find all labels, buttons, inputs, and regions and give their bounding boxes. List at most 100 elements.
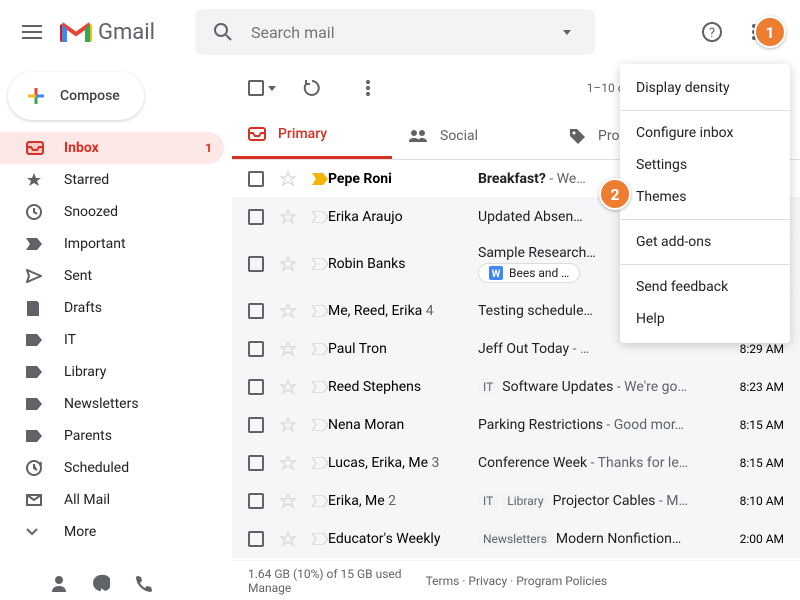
star-icon[interactable] — [280, 171, 296, 187]
email-row[interactable]: Reed StephensITSoftware Updates - We're … — [232, 368, 800, 406]
support-button[interactable]: ? — [692, 12, 732, 52]
compose-button[interactable]: Compose — [8, 72, 144, 120]
row-checkbox[interactable] — [248, 417, 264, 433]
row-checkbox[interactable] — [248, 209, 264, 225]
star-icon[interactable] — [280, 417, 296, 433]
email-row[interactable]: Nena MoranParking Restrictions - Good mo… — [232, 406, 800, 444]
sidebar-item-inbox[interactable]: Inbox1 — [0, 132, 224, 164]
star-icon[interactable] — [280, 303, 296, 319]
important-marker-icon[interactable] — [312, 419, 328, 431]
tag-icon — [568, 127, 586, 145]
row-checkbox[interactable] — [248, 171, 264, 187]
row-checkbox[interactable] — [248, 341, 264, 357]
storage-text: 1.64 GB (10%) of 15 GB used — [248, 567, 402, 581]
menu-display-density[interactable]: Display density — [620, 72, 790, 104]
hangouts-icon[interactable] — [92, 574, 110, 592]
search-options-button[interactable] — [547, 12, 587, 52]
important-marker-icon[interactable] — [312, 381, 328, 393]
important-marker-icon[interactable] — [312, 533, 328, 545]
sidebar-item-library[interactable]: Library — [0, 356, 224, 388]
menu-settings[interactable]: Settings — [620, 149, 790, 181]
star-icon[interactable] — [280, 209, 296, 225]
compose-label: Compose — [60, 88, 120, 104]
select-all[interactable] — [248, 80, 276, 96]
sidebar-item-drafts[interactable]: Drafts — [0, 292, 224, 324]
important-marker-icon[interactable] — [312, 305, 328, 317]
label-chip: IT — [478, 379, 498, 395]
email-sender: Robin Banks — [328, 256, 478, 272]
caret-down-icon — [563, 30, 571, 35]
row-checkbox[interactable] — [248, 303, 264, 319]
important-marker-icon[interactable] — [312, 457, 328, 469]
row-checkbox[interactable] — [248, 455, 264, 471]
sidebar-item-it[interactable]: IT — [0, 324, 224, 356]
email-sender: Reed Stephens — [328, 379, 478, 395]
email-time: 2:00 AM — [724, 532, 784, 546]
star-icon[interactable] — [280, 256, 296, 272]
help-icon: ? — [701, 21, 723, 43]
star-icon[interactable] — [280, 455, 296, 471]
refresh-button[interactable] — [292, 68, 332, 108]
sidebar-item-scheduled[interactable]: Scheduled — [0, 452, 224, 484]
important-marker-icon[interactable] — [312, 173, 328, 185]
nav-icon — [26, 430, 46, 442]
sidebar-item-snoozed[interactable]: Snoozed — [0, 196, 224, 228]
sidebar-item-parents[interactable]: Parents — [0, 420, 224, 452]
search-input[interactable] — [243, 23, 547, 42]
sidebar-item-newsletters[interactable]: Newsletters — [0, 388, 224, 420]
star-icon[interactable] — [280, 531, 296, 547]
tab-primary[interactable]: Primary — [232, 112, 392, 159]
star-icon[interactable] — [280, 341, 296, 357]
menu-themes[interactable]: Themes — [620, 181, 790, 213]
more-vert-icon — [366, 80, 370, 96]
sidebar-item-important[interactable]: Important — [0, 228, 224, 260]
attachment-chip[interactable]: WBees and … — [478, 263, 580, 283]
policy-links[interactable]: Terms · Privacy · Program Policies — [426, 574, 608, 588]
row-checkbox[interactable] — [248, 531, 264, 547]
word-doc-icon: W — [489, 266, 503, 280]
more-button[interactable] — [348, 68, 388, 108]
person-icon[interactable] — [50, 574, 68, 592]
important-marker-icon[interactable] — [312, 495, 328, 507]
nav-icon — [26, 300, 46, 316]
menu-help[interactable]: Help — [620, 303, 790, 335]
main-menu-button[interactable] — [8, 8, 56, 56]
important-marker-icon[interactable] — [312, 343, 328, 355]
gmail-text: Gmail — [98, 20, 155, 45]
important-marker-icon[interactable] — [312, 211, 328, 223]
row-checkbox[interactable] — [248, 379, 264, 395]
sidebar-item-starred[interactable]: Starred — [0, 164, 224, 196]
svg-text:?: ? — [709, 26, 715, 41]
search-button[interactable] — [203, 12, 243, 52]
tab-social[interactable]: Social — [392, 112, 552, 159]
menu-configure-inbox[interactable]: Configure inbox — [620, 117, 790, 149]
email-sender: Lucas, Erika, Me 3 — [328, 455, 478, 471]
menu-send-feedback[interactable]: Send feedback — [620, 271, 790, 303]
email-row[interactable]: Educator's WeeklyNewslettersModern Nonfi… — [232, 520, 800, 558]
nav-icon — [26, 172, 46, 188]
email-sender: Erika Araujo — [328, 209, 478, 225]
star-icon[interactable] — [280, 493, 296, 509]
email-time: 8:23 AM — [724, 380, 784, 394]
menu-get-addons[interactable]: Get add-ons — [620, 226, 790, 258]
star-icon[interactable] — [280, 379, 296, 395]
nav-icon — [26, 204, 46, 220]
row-checkbox[interactable] — [248, 493, 264, 509]
phone-icon[interactable] — [134, 574, 152, 592]
sidebar-item-more[interactable]: More — [0, 516, 224, 548]
inbox-icon — [248, 125, 266, 143]
nav-count: 1 — [205, 141, 212, 155]
nav-icon — [26, 494, 46, 506]
email-row[interactable]: Lucas, Erika, Me 3Conference Week - Than… — [232, 444, 800, 482]
search-bar[interactable] — [195, 9, 595, 55]
email-subject: ITSoftware Updates - We're go… — [478, 379, 724, 395]
sidebar-item-sent[interactable]: Sent — [0, 260, 224, 292]
important-marker-icon[interactable] — [312, 258, 328, 270]
label-chip: IT — [478, 493, 498, 509]
gmail-logo[interactable]: Gmail — [60, 20, 155, 45]
plus-icon — [24, 84, 48, 108]
sidebar-item-all-mail[interactable]: All Mail — [0, 484, 224, 516]
email-row[interactable]: Erika, Me 2ITLibraryProjector Cables - M… — [232, 482, 800, 520]
row-checkbox[interactable] — [248, 256, 264, 272]
manage-link[interactable]: Manage — [248, 581, 402, 595]
